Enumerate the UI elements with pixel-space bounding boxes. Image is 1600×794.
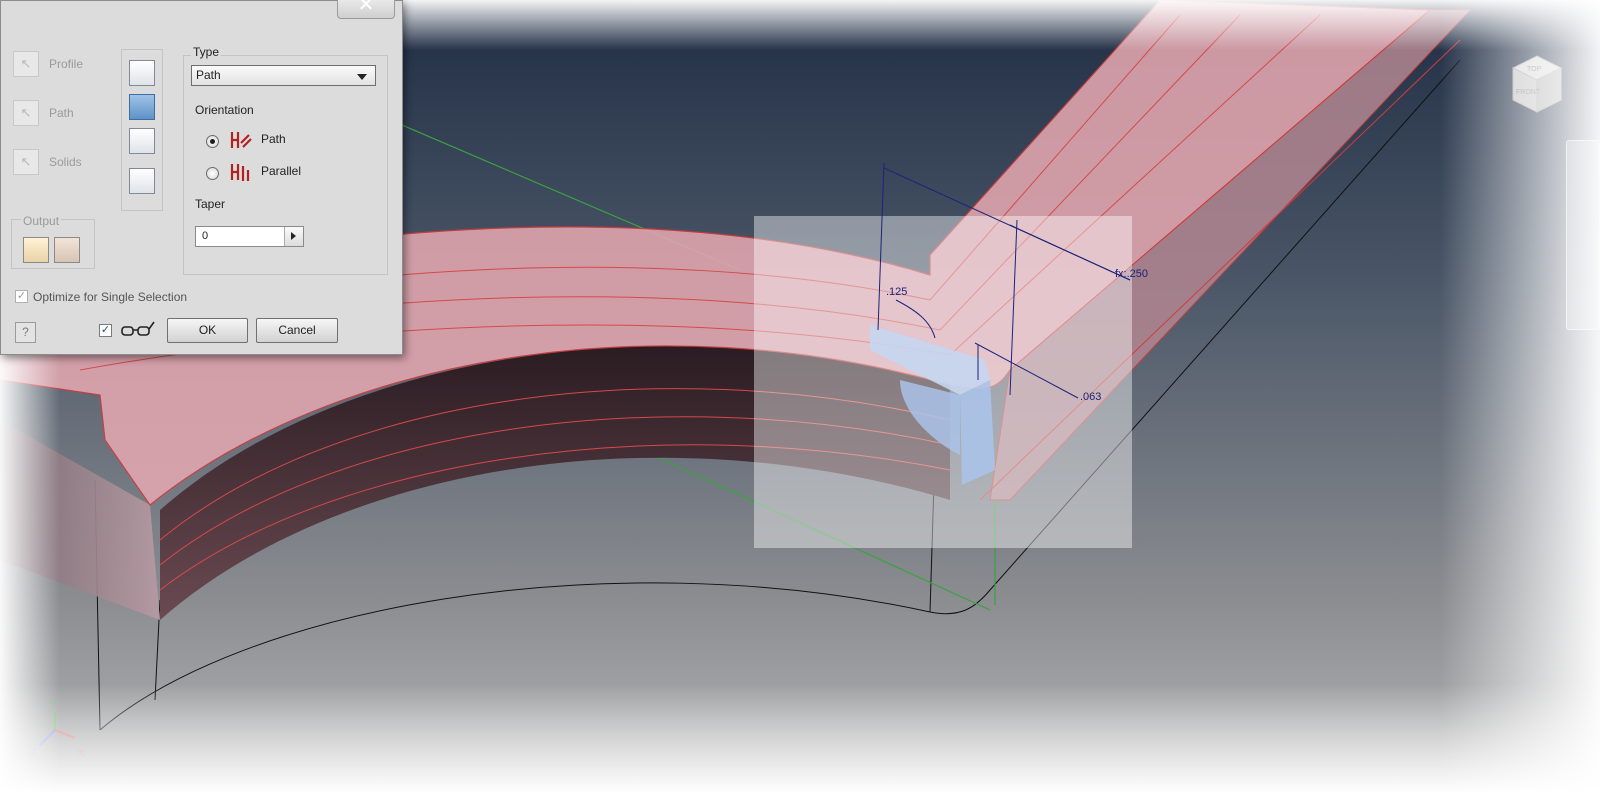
profile-selector[interactable]: ↖ Profile	[13, 49, 83, 79]
orientation-parallel-radio[interactable]	[206, 167, 219, 180]
parallel-orientation-icon	[230, 164, 250, 181]
dimension-label-063[interactable]: .063	[1080, 391, 1101, 403]
viewcube[interactable]: TOP FRONT	[1505, 50, 1565, 120]
axis-label-y: Y	[50, 700, 57, 711]
cursor-arrow-icon: ↖	[13, 100, 39, 126]
dimension-label-250[interactable]: fx:.250	[1115, 268, 1148, 280]
taper-value: 0	[202, 230, 209, 242]
glasses-preview-icon[interactable]	[119, 318, 157, 340]
type-dropdown-value: Path	[196, 68, 221, 82]
sketch-plane	[754, 216, 1132, 548]
solids-label: Solids	[49, 155, 82, 169]
cursor-arrow-icon: ↖	[13, 149, 39, 175]
optimize-checkbox[interactable]: ✓	[15, 290, 28, 303]
axis-label-x: X	[78, 748, 85, 759]
sweep-dialog: ✕ ↖ Profile ↖ Path ↖ Solids Output Type …	[0, 0, 403, 355]
taper-input[interactable]: 0	[195, 226, 304, 247]
taper-flyout-button[interactable]	[284, 227, 303, 246]
cursor-arrow-icon: ↖	[13, 51, 39, 77]
operation-toolbar	[121, 49, 163, 211]
cancel-button[interactable]: Cancel	[256, 318, 338, 343]
output-solid-button[interactable]	[23, 237, 49, 263]
navigation-bar[interactable]	[1566, 140, 1600, 330]
profile-label: Profile	[49, 57, 84, 71]
taper-label: Taper	[195, 197, 226, 211]
axis-label-z: Z	[30, 748, 37, 759]
preview-checkbox[interactable]: ✓	[99, 324, 112, 337]
join-button[interactable]	[129, 60, 155, 86]
output-label: Output	[21, 214, 62, 228]
orientation-label: Orientation	[195, 103, 254, 117]
orientation-path-radio[interactable]	[206, 135, 219, 148]
output-surface-button[interactable]	[54, 237, 80, 263]
viewcube-front-label: FRONT	[1516, 89, 1541, 96]
path-selector-label: Path	[49, 106, 74, 120]
type-label: Type	[191, 45, 222, 59]
chevron-down-icon	[357, 74, 367, 80]
path-selector[interactable]: ↖ Path	[13, 98, 74, 128]
close-button[interactable]: ✕	[337, 0, 395, 19]
help-button[interactable]: ?	[15, 322, 36, 343]
optimize-label: Optimize for Single Selection	[33, 290, 188, 304]
solids-selector[interactable]: ↖ Solids	[13, 147, 82, 177]
cut-button[interactable]	[129, 94, 155, 120]
intersect-button[interactable]	[129, 128, 155, 154]
type-dropdown[interactable]: Path	[191, 65, 376, 86]
new-solid-button[interactable]	[129, 168, 155, 194]
path-orientation-icon	[230, 132, 252, 148]
orientation-parallel-label: Parallel	[261, 164, 302, 178]
dimension-label-125[interactable]: .125	[886, 286, 907, 298]
orientation-path-label: Path	[261, 132, 286, 146]
viewcube-top-label: TOP	[1527, 66, 1542, 73]
ok-button[interactable]: OK	[167, 318, 248, 343]
